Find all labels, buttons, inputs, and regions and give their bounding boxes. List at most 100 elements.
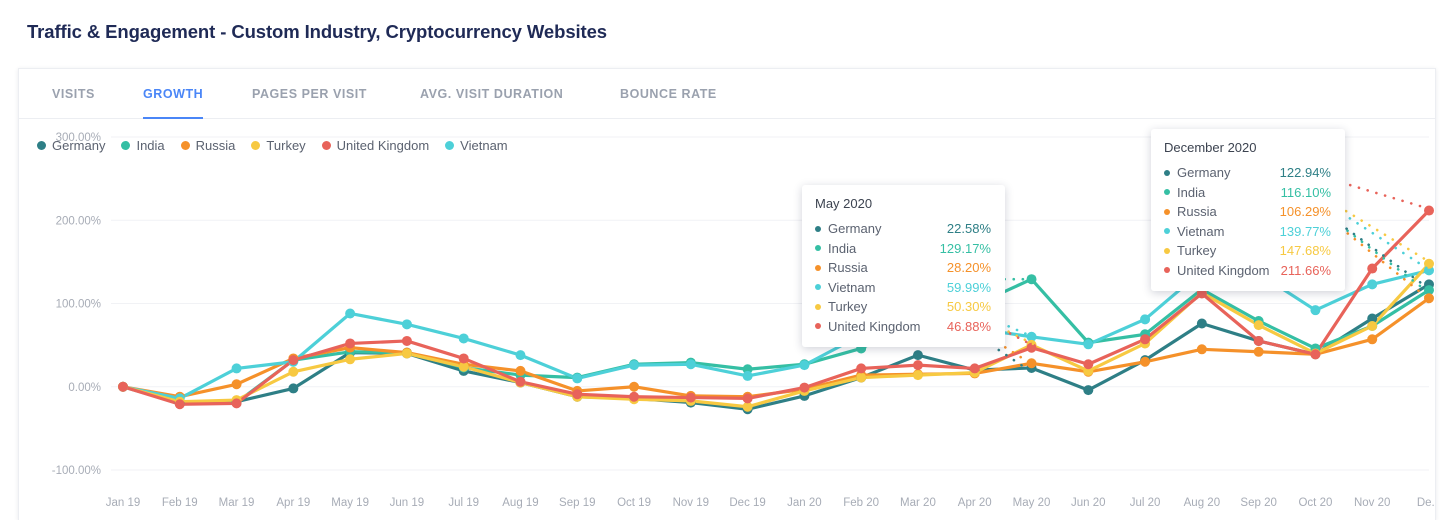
tooltip-color-dot-icon — [1164, 267, 1170, 274]
x-axis-tick-label: Aug 20 — [1184, 497, 1220, 509]
chart-tooltip-december-2020: December 2020 Germany 122.94% India 116.10% R… — [1151, 129, 1345, 291]
x-axis-tick-label: Apr 20 — [958, 497, 992, 509]
data-point[interactable] — [515, 350, 526, 361]
tooltip-title: May 2020 — [815, 196, 873, 211]
tooltip-series-name: Vietnam — [1177, 223, 1225, 239]
data-point[interactable] — [742, 370, 753, 381]
tooltip-series-name: India — [828, 240, 857, 256]
page-title: Traffic & Engagement - Custom Industry, … — [27, 21, 607, 42]
data-point[interactable] — [458, 353, 469, 364]
data-point[interactable] — [288, 355, 299, 366]
data-point[interactable] — [1140, 314, 1151, 325]
data-point[interactable] — [629, 360, 640, 371]
x-axis-tick-label: Oct 19 — [617, 497, 651, 509]
data-point[interactable] — [231, 379, 242, 390]
data-point[interactable] — [174, 399, 185, 410]
data-point[interactable] — [1026, 342, 1037, 353]
x-axis-tick-label: Mar 19 — [219, 497, 255, 509]
data-point[interactable] — [1253, 320, 1264, 331]
tooltip-row: United Kingdom 46.88% — [815, 317, 991, 337]
chart-tooltip-may-2020: May 2020 Germany 22.58% India 129.17% Russia 2… — [802, 185, 1005, 347]
data-point[interactable] — [1424, 293, 1434, 304]
x-axis-tick-label: May 20 — [1013, 497, 1051, 509]
data-point[interactable] — [1140, 334, 1151, 345]
data-point[interactable] — [969, 363, 980, 374]
data-point[interactable] — [1367, 279, 1378, 290]
tooltip-series-value: 50.30% — [946, 299, 991, 315]
y-axis-tick-label: -100.00% — [52, 465, 101, 477]
data-point[interactable] — [288, 366, 299, 377]
tooltip-series-name: Turkey — [1177, 243, 1217, 259]
x-axis-tick-label: Nov 19 — [673, 497, 709, 509]
data-point[interactable] — [1140, 356, 1151, 367]
data-point[interactable] — [742, 393, 753, 404]
data-point[interactable] — [345, 338, 356, 349]
data-point[interactable] — [288, 383, 299, 394]
data-point[interactable] — [401, 319, 412, 330]
data-point[interactable] — [515, 365, 526, 376]
tooltip-row: Turkey 50.30% — [815, 297, 991, 317]
y-axis-tick-label: 100.00% — [56, 299, 101, 311]
data-point[interactable] — [685, 359, 696, 370]
tooltip-color-dot-icon — [1164, 169, 1170, 176]
data-point[interactable] — [1196, 344, 1207, 355]
data-point[interactable] — [1310, 305, 1321, 316]
tooltip-series-value: 116.10% — [1280, 184, 1331, 200]
data-point[interactable] — [231, 398, 242, 409]
tooltip-row: Vietnam 59.99% — [815, 278, 991, 298]
data-point[interactable] — [401, 335, 412, 346]
data-point[interactable] — [1083, 359, 1094, 370]
tooltip-color-dot-icon — [1164, 247, 1170, 254]
x-axis-tick-label: Aug 19 — [502, 497, 538, 509]
data-point[interactable] — [572, 389, 583, 400]
x-axis-tick-label: Jun 20 — [1071, 497, 1106, 509]
data-point[interactable] — [1026, 274, 1037, 285]
data-point[interactable] — [1253, 346, 1264, 357]
tooltip-color-dot-icon — [815, 225, 821, 232]
tab-pages-per-visit[interactable]: PAGES PER VISIT — [252, 69, 367, 119]
tooltip-row: Vietnam 139.77% — [1164, 222, 1331, 242]
tooltip-color-dot-icon — [815, 245, 821, 252]
data-point[interactable] — [515, 376, 526, 387]
data-point[interactable] — [912, 360, 923, 371]
data-point[interactable] — [799, 360, 810, 371]
data-point[interactable] — [231, 363, 242, 374]
data-point[interactable] — [912, 350, 923, 361]
tooltip-row: India 129.17% — [815, 239, 991, 259]
data-point[interactable] — [1367, 320, 1378, 331]
data-point[interactable] — [1196, 318, 1207, 329]
data-point[interactable] — [345, 354, 356, 365]
data-point[interactable] — [856, 363, 867, 374]
data-point[interactable] — [799, 382, 810, 393]
tab-growth[interactable]: GROWTH — [143, 69, 204, 119]
data-point[interactable] — [1367, 334, 1378, 345]
data-point[interactable] — [856, 372, 867, 383]
tooltip-series-value: 106.29% — [1279, 204, 1331, 220]
x-axis-tick-label: Apr 19 — [276, 497, 310, 509]
data-point[interactable] — [572, 373, 583, 384]
tooltip-row: United Kingdom 211.66% — [1164, 261, 1331, 281]
x-axis-tick-label: Jan 19 — [106, 497, 141, 509]
data-point[interactable] — [401, 348, 412, 359]
data-point[interactable] — [1367, 263, 1378, 274]
tooltip-series-value: 147.68% — [1279, 243, 1331, 259]
tab-visits[interactable]: VISITS — [52, 69, 95, 119]
tab-bounce-rate[interactable]: BOUNCE RATE — [620, 69, 717, 119]
data-point[interactable] — [912, 370, 923, 381]
data-point[interactable] — [458, 333, 469, 344]
tooltip-row: Russia 28.20% — [815, 258, 991, 278]
x-axis-tick-label: Mar 20 — [900, 497, 936, 509]
data-point[interactable] — [345, 308, 356, 319]
data-point[interactable] — [1253, 335, 1264, 346]
data-point[interactable] — [685, 392, 696, 403]
tab-avg-visit-duration[interactable]: AVG. VISIT DURATION — [420, 69, 563, 119]
data-point[interactable] — [1310, 349, 1321, 360]
data-point[interactable] — [118, 381, 128, 392]
data-point[interactable] — [1424, 205, 1434, 216]
data-point[interactable] — [629, 381, 640, 392]
data-point[interactable] — [629, 391, 640, 402]
data-point[interactable] — [1083, 385, 1094, 396]
x-axis-tick-label: Jul 20 — [1130, 497, 1161, 509]
x-axis-tick-label: Jun 19 — [390, 497, 425, 509]
data-point[interactable] — [1083, 339, 1094, 350]
